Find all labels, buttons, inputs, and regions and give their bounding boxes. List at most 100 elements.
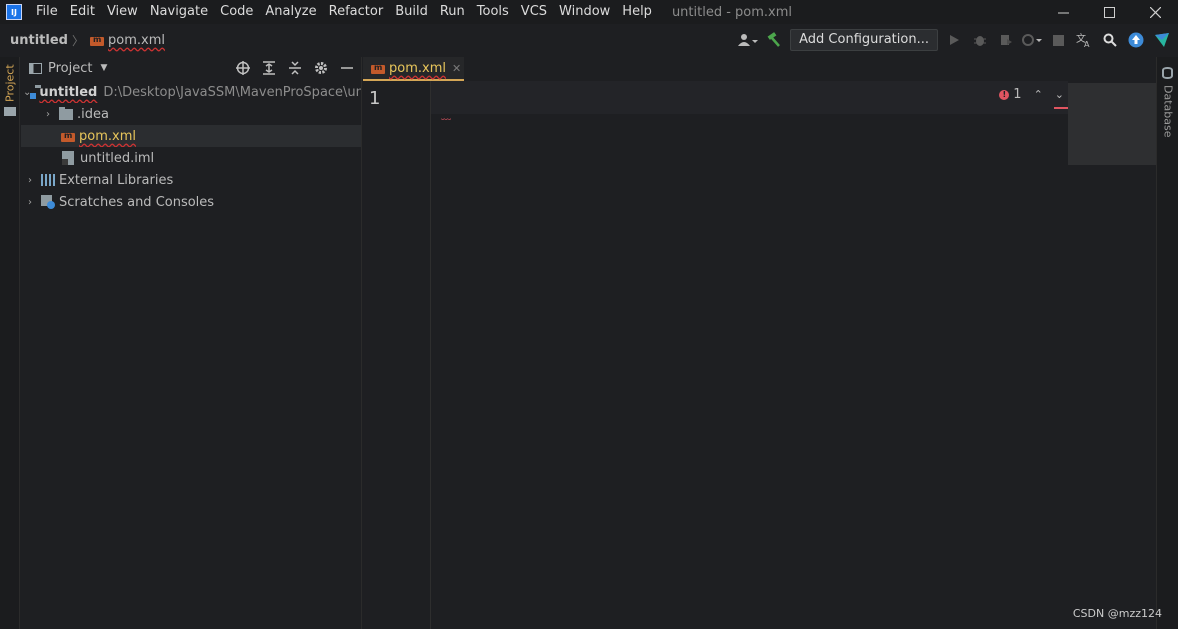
structure-folder-icon[interactable] [4,107,16,116]
project-panel: Project ▼ ⌄ untitled D:\Desktop\JavaSSM\… [21,57,362,629]
tree-root-name: untitled [39,84,98,100]
tree-item-external-libraries[interactable]: › External Libraries [21,169,361,191]
minimize-button[interactable] [1040,0,1086,24]
menu-vcs[interactable]: VCS [515,0,553,24]
tree-item-label: Scratches and Consoles [59,194,215,210]
translate-icon[interactable]: 文A [1074,30,1094,50]
project-tree: ⌄ untitled D:\Desktop\JavaSSM\MavenProSp… [21,81,361,213]
maven-file-icon [61,130,75,142]
chevron-down-icon[interactable]: ▼ [100,63,107,73]
maven-file-icon [90,34,104,46]
title-bar: IJ File Edit View Navigate Code Analyze … [0,0,1178,24]
maven-file-icon [371,62,385,74]
chevron-right-icon[interactable]: › [23,197,37,208]
tree-item-label: pom.xml [79,128,136,144]
module-file-icon [62,151,74,165]
menu-edit[interactable]: Edit [64,0,101,24]
tree-item-label: .idea [77,106,109,122]
database-icon [1162,67,1173,79]
account-icon[interactable] [738,30,759,50]
coverage-icon[interactable] [996,30,1016,50]
project-panel-header: Project ▼ [21,57,361,79]
tree-item-iml[interactable]: untitled.iml [21,147,361,169]
menu-refactor[interactable]: Refactor [323,0,390,24]
libraries-icon [41,174,55,186]
run-icon[interactable] [944,30,964,50]
tab-pom-xml[interactable]: pom.xml ✕ [363,57,464,81]
update-icon[interactable] [1126,30,1146,50]
chevron-down-icon[interactable]: ⌄ [1055,88,1064,101]
expand-all-icon[interactable] [261,59,277,77]
menu-tools[interactable]: Tools [471,0,515,24]
editor-gutter: 1 [363,81,431,629]
search-icon[interactable] [1100,30,1120,50]
close-window-button[interactable] [1132,0,1178,24]
project-panel-title[interactable]: Project [48,61,92,76]
menu-window[interactable]: Window [553,0,616,24]
scratches-icon [41,195,55,209]
hide-panel-icon[interactable] [339,59,355,77]
maximize-icon [1103,6,1115,18]
chevron-right-icon[interactable]: › [41,109,55,120]
gear-icon[interactable] [313,59,329,77]
right-tool-strip: Database [1156,57,1178,629]
tree-item-label: untitled.iml [80,150,155,166]
folder-icon [59,106,73,120]
tree-item-root[interactable]: ⌄ untitled D:\Desktop\JavaSSM\MavenProSp… [21,81,361,103]
project-panel-actions [235,59,355,77]
chevron-right-icon[interactable]: › [23,175,37,186]
error-squiggle: ﹏ [441,111,451,122]
window-controls [1040,0,1178,24]
locate-file-icon[interactable] [235,59,251,77]
tree-item-pom[interactable]: pom.xml [21,125,361,147]
build-hammer-icon[interactable] [764,30,784,50]
close-icon [1149,6,1161,18]
menu-run[interactable]: Run [434,0,471,24]
breadcrumb-separator-icon: 〉 [71,33,84,48]
menu-bar: File Edit View Navigate Code Analyze Ref… [30,0,658,24]
editor-minimap[interactable] [1068,83,1156,165]
tree-root-path: D:\Desktop\JavaSSM\MavenProSpace\unti [103,84,361,100]
breadcrumb-root[interactable]: untitled [10,33,68,48]
close-tab-icon[interactable]: ✕ [452,62,461,75]
profile-icon[interactable] [1022,30,1042,50]
line-number: 1 [369,88,381,109]
collapse-all-icon[interactable] [287,59,303,77]
main-toolbar: Add Configuration... 文A [738,27,1172,53]
watermark: CSDN @mzz124 [1072,607,1162,620]
menu-help[interactable]: Help [616,0,658,24]
stop-icon[interactable] [1048,30,1068,50]
editor-tab-bar: pom.xml ✕ [363,57,1156,81]
menu-analyze[interactable]: Analyze [259,0,322,24]
menu-build[interactable]: Build [389,0,434,24]
minimize-icon [1057,12,1069,13]
code-editor[interactable]: 1 ﹏ ! 1 ⌃ ⌄ [363,81,1156,629]
database-tool-tab[interactable]: Database [1159,81,1177,141]
tab-label: pom.xml [389,60,446,76]
tree-item-scratches[interactable]: › Scratches and Consoles [21,191,361,213]
left-tool-strip: Project [0,57,20,629]
maximize-button[interactable] [1086,0,1132,24]
error-stripe-marker[interactable] [1054,107,1068,109]
navigation-bar: untitled 〉 pom.xml Add Configuration... … [0,27,1178,53]
error-icon: ! [999,89,1010,100]
menu-file[interactable]: File [30,0,64,24]
project-tool-tab[interactable]: Project [1,61,19,105]
project-view-icon [29,62,42,74]
tree-item-label: External Libraries [59,172,174,188]
error-badge[interactable]: ! 1 [999,87,1022,102]
inspection-widget: ! 1 ⌃ ⌄ [999,87,1064,102]
debug-icon[interactable] [970,30,990,50]
breadcrumb-file[interactable]: pom.xml [108,33,165,48]
error-count: 1 [1013,87,1022,102]
menu-code[interactable]: Code [214,0,259,24]
window-title: untitled - pom.xml [671,4,793,20]
chevron-up-icon[interactable]: ⌃ [1034,88,1043,101]
menu-view[interactable]: View [101,0,144,24]
menu-navigate[interactable]: Navigate [144,0,214,24]
tree-item-idea[interactable]: › .idea [21,103,361,125]
plugin-icon[interactable] [1152,30,1172,50]
current-line-highlight [363,81,1068,114]
svg-text:A: A [1084,40,1090,48]
add-configuration-button[interactable]: Add Configuration... [790,29,938,51]
